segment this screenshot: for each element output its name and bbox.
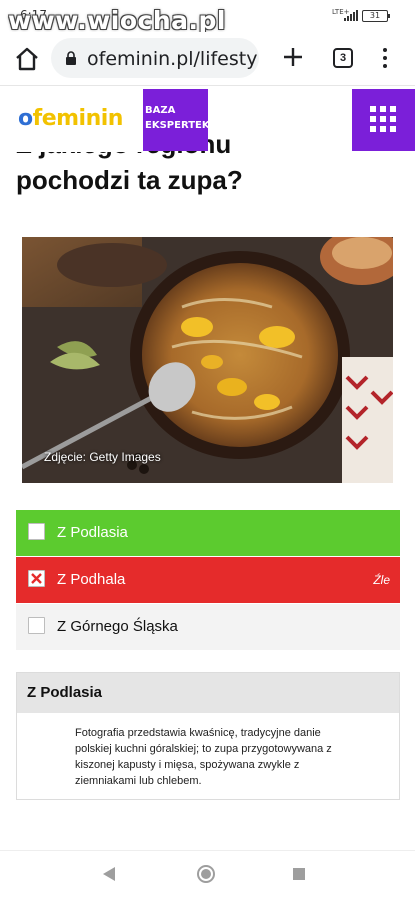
home-circle-icon[interactable] bbox=[197, 865, 215, 883]
answer-explanation: Z Podlasia Fotografia przedstawia kwaśni… bbox=[16, 672, 400, 800]
overflow-menu-icon[interactable] bbox=[376, 46, 394, 70]
answer-checkbox[interactable] bbox=[28, 523, 45, 540]
answer-label: Z Podhala bbox=[57, 571, 126, 588]
status-bar: 6:17 www.wiocha.pl LTE+ 31 bbox=[0, 0, 415, 35]
soup-illustration bbox=[22, 237, 393, 483]
ofeminin-logo[interactable]: ofeminin bbox=[18, 106, 123, 131]
home-icon[interactable] bbox=[14, 46, 40, 72]
question-title: Z jakiego regionu pochodzi ta zupa? bbox=[16, 126, 406, 198]
answer-option-podlasia[interactable]: Z Podlasia bbox=[16, 510, 400, 556]
answer-checkbox[interactable] bbox=[28, 570, 45, 587]
browser-toolbar: ofeminin.pl/lifesty 3 bbox=[0, 32, 415, 86]
answer-verdict: Źle bbox=[373, 573, 390, 587]
battery-icon: 31 bbox=[362, 10, 390, 22]
address-bar[interactable]: ofeminin.pl/lifesty bbox=[51, 38, 259, 78]
system-nav-bar bbox=[0, 850, 415, 900]
question-title-line2: pochodzi ta zupa? bbox=[16, 165, 243, 195]
back-icon[interactable] bbox=[103, 867, 115, 881]
grid-menu-icon[interactable] bbox=[352, 89, 415, 151]
baza-ekspertek-button[interactable]: BAZA EKSPERTEK bbox=[143, 89, 210, 151]
answer-label: Z Górnego Śląska bbox=[57, 618, 178, 635]
explanation-text: Fotografia przedstawia kwaśnicę, tradycy… bbox=[75, 727, 332, 787]
baza-label-line2: EKSPERTEK bbox=[145, 120, 210, 131]
answer-option-podhala[interactable]: Z Podhala Źle bbox=[16, 557, 400, 603]
explanation-title: Z Podlasia bbox=[27, 684, 103, 701]
question-title-line1: Z jakiego regionu bbox=[16, 129, 232, 159]
signal-icon bbox=[344, 10, 358, 21]
answer-label: Z Podlasia bbox=[57, 524, 128, 541]
recent-apps-icon[interactable] bbox=[293, 868, 305, 880]
baza-label-line1: BAZA bbox=[145, 105, 176, 116]
new-tab-icon[interactable] bbox=[280, 44, 306, 70]
x-mark-icon bbox=[31, 573, 42, 584]
lock-icon bbox=[66, 51, 76, 65]
tab-switcher-button[interactable]: 3 bbox=[333, 48, 353, 68]
watermark: www.wiocha.pl bbox=[8, 6, 226, 35]
answer-option-gorny-slask[interactable]: Z Górnego Śląska bbox=[16, 604, 400, 650]
photo-credit: Zdjęcie: Getty Images bbox=[44, 450, 161, 464]
url-text: ofeminin.pl/lifesty bbox=[87, 48, 258, 70]
soup-photo: Zdjęcie: Getty Images bbox=[22, 237, 393, 483]
explanation-header: Z Podlasia bbox=[17, 673, 399, 713]
answer-checkbox[interactable] bbox=[28, 617, 45, 634]
